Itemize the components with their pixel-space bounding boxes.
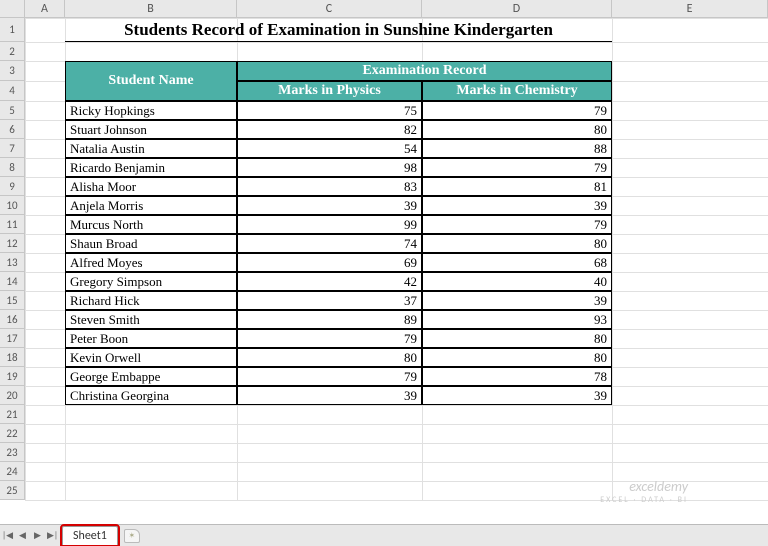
table-row-chemistry[interactable]: 80 — [422, 348, 612, 367]
table-row-chemistry[interactable]: 88 — [422, 139, 612, 158]
row-header-6[interactable]: 6 — [0, 120, 25, 139]
table-row-name[interactable]: Christina Georgina — [65, 386, 237, 405]
table-row-name[interactable]: George Embappe — [65, 367, 237, 386]
table-row-physics[interactable]: 79 — [237, 367, 422, 386]
watermark-main: exceldemy — [600, 478, 688, 495]
row-header-22[interactable]: 22 — [0, 424, 25, 443]
table-row-chemistry[interactable]: 68 — [422, 253, 612, 272]
row-header-15[interactable]: 15 — [0, 291, 25, 310]
table-row-chemistry[interactable]: 79 — [422, 158, 612, 177]
table-row-name[interactable]: Peter Boon — [65, 329, 237, 348]
new-sheet-button[interactable]: ✶ — [124, 529, 140, 543]
table-row-chemistry[interactable]: 39 — [422, 196, 612, 215]
sheet-tab-active[interactable]: Sheet1 — [62, 526, 118, 545]
row-header-12[interactable]: 12 — [0, 234, 25, 253]
table-row-physics[interactable]: 99 — [237, 215, 422, 234]
col-header-C[interactable]: C — [237, 0, 422, 18]
watermark-sub: EXCEL · DATA · BI — [600, 495, 688, 505]
table-row-name[interactable]: Shaun Broad — [65, 234, 237, 253]
select-all-corner[interactable] — [0, 0, 25, 18]
row-header-18[interactable]: 18 — [0, 348, 25, 367]
row-header-23[interactable]: 23 — [0, 443, 25, 462]
table-row-physics[interactable]: 54 — [237, 139, 422, 158]
table-row-chemistry[interactable]: 80 — [422, 329, 612, 348]
table-row-name[interactable]: Ricardo Benjamin — [65, 158, 237, 177]
table-row-physics[interactable]: 98 — [237, 158, 422, 177]
table-row-name[interactable]: Steven Smith — [65, 310, 237, 329]
row-header-10[interactable]: 10 — [0, 196, 25, 215]
nav-prev-icon[interactable]: ◀ — [15, 527, 30, 545]
table-row-name[interactable]: Alisha Moor — [65, 177, 237, 196]
table-row-physics[interactable]: 37 — [237, 291, 422, 310]
table-row-chemistry[interactable]: 40 — [422, 272, 612, 291]
column-headers: ABCDE — [25, 0, 768, 18]
table-row-name[interactable]: Anjela Morris — [65, 196, 237, 215]
header-physics: Marks in Physics — [237, 81, 422, 101]
row-header-3[interactable]: 3 — [0, 61, 25, 81]
table-row-physics[interactable]: 39 — [237, 386, 422, 405]
row-header-2[interactable]: 2 — [0, 42, 25, 61]
watermark: exceldemy EXCEL · DATA · BI — [600, 478, 688, 505]
table-row-name[interactable]: Kevin Orwell — [65, 348, 237, 367]
row-header-8[interactable]: 8 — [0, 158, 25, 177]
table-row-chemistry[interactable]: 81 — [422, 177, 612, 196]
col-header-B[interactable]: B — [65, 0, 237, 18]
row-header-13[interactable]: 13 — [0, 253, 25, 272]
table-row-chemistry[interactable]: 79 — [422, 215, 612, 234]
table-row-chemistry[interactable]: 79 — [422, 101, 612, 120]
table-row-chemistry[interactable]: 80 — [422, 120, 612, 139]
table-row-chemistry[interactable]: 93 — [422, 310, 612, 329]
row-header-25[interactable]: 25 — [0, 481, 25, 500]
table-row-name[interactable]: Ricky Hopkings — [65, 101, 237, 120]
page-title: Students Record of Examination in Sunshi… — [65, 18, 612, 42]
table-row-chemistry[interactable]: 78 — [422, 367, 612, 386]
table-row-chemistry[interactable]: 80 — [422, 234, 612, 253]
row-headers: 1234567891011121314151617181920212223242… — [0, 18, 25, 500]
row-header-14[interactable]: 14 — [0, 272, 25, 291]
col-header-E[interactable]: E — [612, 0, 768, 18]
nav-next-icon[interactable]: ▶ — [30, 527, 45, 545]
col-header-D[interactable]: D — [422, 0, 612, 18]
spreadsheet-grid[interactable]: Students Record of Examination in Sunshi… — [25, 18, 768, 500]
header-chemistry: Marks in Chemistry — [422, 81, 612, 101]
row-header-17[interactable]: 17 — [0, 329, 25, 348]
table-row-physics[interactable]: 75 — [237, 101, 422, 120]
table-row-physics[interactable]: 80 — [237, 348, 422, 367]
sheet-tab-bar: |◀ ◀ ▶ ▶| Sheet1 ✶ — [0, 524, 768, 546]
row-header-21[interactable]: 21 — [0, 405, 25, 424]
header-exam: Examination Record — [237, 61, 612, 81]
col-header-A[interactable]: A — [25, 0, 65, 18]
table-row-physics[interactable]: 83 — [237, 177, 422, 196]
row-header-4[interactable]: 4 — [0, 81, 25, 101]
table-row-physics[interactable]: 69 — [237, 253, 422, 272]
row-header-7[interactable]: 7 — [0, 139, 25, 158]
table-row-physics[interactable]: 82 — [237, 120, 422, 139]
header-student: Student Name — [65, 61, 237, 101]
table-row-physics[interactable]: 74 — [237, 234, 422, 253]
table-row-physics[interactable]: 39 — [237, 196, 422, 215]
row-header-19[interactable]: 19 — [0, 367, 25, 386]
row-header-16[interactable]: 16 — [0, 310, 25, 329]
table-row-physics[interactable]: 42 — [237, 272, 422, 291]
table-row-chemistry[interactable]: 39 — [422, 386, 612, 405]
row-header-20[interactable]: 20 — [0, 386, 25, 405]
row-header-5[interactable]: 5 — [0, 101, 25, 120]
table-row-physics[interactable]: 79 — [237, 329, 422, 348]
table-row-name[interactable]: Richard Hick — [65, 291, 237, 310]
nav-first-icon[interactable]: |◀ — [0, 527, 15, 545]
row-header-24[interactable]: 24 — [0, 462, 25, 481]
row-header-11[interactable]: 11 — [0, 215, 25, 234]
row-header-9[interactable]: 9 — [0, 177, 25, 196]
table-row-name[interactable]: Stuart Johnson — [65, 120, 237, 139]
nav-last-icon[interactable]: ▶| — [45, 527, 60, 545]
table-row-name[interactable]: Gregory Simpson — [65, 272, 237, 291]
table-row-name[interactable]: Murcus North — [65, 215, 237, 234]
table-row-chemistry[interactable]: 39 — [422, 291, 612, 310]
row-header-1[interactable]: 1 — [0, 18, 25, 42]
table-row-physics[interactable]: 89 — [237, 310, 422, 329]
table-row-name[interactable]: Alfred Moyes — [65, 253, 237, 272]
table-row-name[interactable]: Natalia Austin — [65, 139, 237, 158]
